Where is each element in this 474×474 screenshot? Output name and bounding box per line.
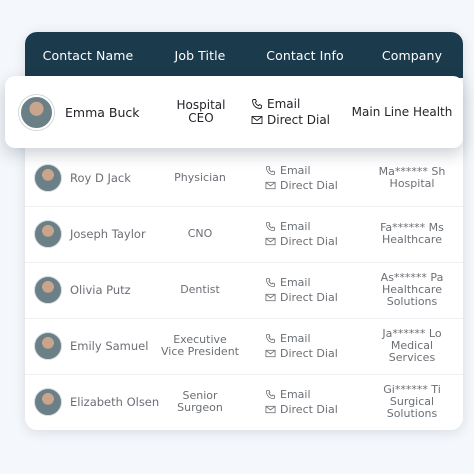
job-title-line: Vice President bbox=[161, 345, 239, 358]
job-title-line: Dentist bbox=[180, 282, 220, 296]
contact-info: Email Direct Dial bbox=[249, 96, 341, 128]
email-link[interactable]: Email bbox=[265, 219, 361, 234]
contact-info: Email Direct Dial bbox=[249, 163, 361, 193]
contact-name-cell: Roy D Jack bbox=[25, 164, 151, 192]
table-row[interactable]: Olivia Putz Dentist Email Direct Dial As… bbox=[25, 262, 463, 319]
contact-name-cell: Olivia Putz bbox=[25, 276, 151, 304]
direct-dial-label: Direct Dial bbox=[280, 403, 338, 416]
direct-dial-label: Direct Dial bbox=[280, 291, 338, 304]
email-label: Email bbox=[267, 97, 301, 111]
header-job-title[interactable]: Job Title bbox=[151, 48, 249, 63]
contact-name[interactable]: Emma Buck bbox=[65, 105, 140, 120]
avatar bbox=[19, 94, 54, 130]
email-link[interactable]: Email bbox=[251, 96, 341, 112]
company: Main Line Health bbox=[341, 106, 463, 118]
company: Ma****** Sh Hospital bbox=[361, 166, 463, 190]
contact-name-cell: Elizabeth Olsen bbox=[25, 388, 159, 416]
contact-info: Email Direct Dial bbox=[249, 275, 361, 305]
phone-icon bbox=[265, 277, 276, 288]
table-row-highlighted[interactable]: Emma Buck Hospital CEO Email Direct Dial… bbox=[5, 76, 463, 148]
job-title-line: CNO bbox=[187, 226, 213, 240]
direct-dial-link[interactable]: Direct Dial bbox=[251, 112, 341, 128]
header-contact-name[interactable]: Contact Name bbox=[25, 48, 151, 63]
phone-icon bbox=[265, 221, 276, 232]
email-label: Email bbox=[280, 388, 311, 401]
email-link[interactable]: Email bbox=[265, 163, 361, 178]
contact-name[interactable]: Elizabeth Olsen bbox=[70, 395, 159, 409]
company: Gi****** Ti Surgical Solutions bbox=[361, 384, 463, 420]
job-title: Executive Vice President bbox=[151, 333, 249, 359]
company-line: Services bbox=[388, 351, 436, 364]
job-title: Hospital CEO bbox=[153, 97, 249, 126]
company-line: Main Line Health bbox=[351, 105, 453, 119]
direct-dial-label: Direct Dial bbox=[280, 235, 338, 248]
header-company[interactable]: Company bbox=[361, 48, 463, 63]
job-title: Senior Surgeon bbox=[151, 389, 249, 415]
company: Ja****** Lo Medical Services bbox=[361, 328, 463, 364]
table-header: Contact Name Job Title Contact Info Comp… bbox=[25, 32, 463, 78]
phone-icon bbox=[252, 99, 262, 109]
job-title-line: Physician bbox=[174, 170, 226, 184]
contact-info: Email Direct Dial bbox=[249, 331, 361, 361]
job-title: Dentist bbox=[151, 282, 249, 297]
avatar bbox=[34, 332, 62, 360]
direct-dial-link[interactable]: Direct Dial bbox=[265, 234, 361, 249]
avatar bbox=[34, 276, 62, 304]
contact-name-cell: Joseph Taylor bbox=[25, 220, 151, 248]
contact-name[interactable]: Roy D Jack bbox=[70, 171, 131, 185]
job-title-line: Surgeon bbox=[177, 401, 223, 414]
company-line: Hospital bbox=[389, 177, 435, 190]
contact-name[interactable]: Emily Samuel bbox=[70, 339, 148, 353]
direct-dial-link[interactable]: Direct Dial bbox=[265, 346, 361, 361]
company-line: Healthcare bbox=[382, 233, 442, 246]
avatar bbox=[34, 164, 62, 192]
contact-info: Email Direct Dial bbox=[249, 219, 361, 249]
contact-info: Email Direct Dial bbox=[249, 387, 361, 417]
header-contact-info[interactable]: Contact Info bbox=[249, 48, 361, 63]
direct-dial-label: Direct Dial bbox=[280, 179, 338, 192]
envelope-icon bbox=[265, 237, 276, 246]
email-link[interactable]: Email bbox=[265, 331, 361, 346]
email-link[interactable]: Email bbox=[265, 387, 361, 402]
envelope-icon bbox=[251, 116, 263, 124]
email-label: Email bbox=[280, 164, 311, 177]
envelope-icon bbox=[265, 405, 276, 414]
avatar bbox=[34, 220, 62, 248]
direct-dial-link[interactable]: Direct Dial bbox=[265, 178, 361, 193]
contact-name-cell: Emma Buck bbox=[5, 94, 153, 130]
envelope-icon bbox=[265, 293, 276, 302]
company-line: Solutions bbox=[386, 295, 438, 308]
email-label: Email bbox=[280, 220, 311, 233]
contact-name[interactable]: Joseph Taylor bbox=[70, 227, 146, 241]
job-title-line: CEO bbox=[188, 111, 214, 125]
job-title: CNO bbox=[151, 226, 249, 241]
phone-icon bbox=[265, 333, 276, 344]
company: As****** Pa Healthcare Solutions bbox=[361, 272, 463, 308]
company-line: Solutions bbox=[386, 407, 438, 420]
phone-icon bbox=[265, 389, 276, 400]
contact-name-cell: Emily Samuel bbox=[25, 332, 151, 360]
table-row[interactable]: Emily Samuel Executive Vice President Em… bbox=[25, 318, 463, 375]
envelope-icon bbox=[265, 349, 276, 358]
envelope-icon bbox=[265, 181, 276, 190]
direct-dial-link[interactable]: Direct Dial bbox=[265, 402, 361, 417]
direct-dial-label: Direct Dial bbox=[280, 347, 338, 360]
direct-dial-link[interactable]: Direct Dial bbox=[265, 290, 361, 305]
email-label: Email bbox=[280, 276, 311, 289]
job-title-line: Hospital bbox=[176, 97, 226, 112]
table-row[interactable]: Elizabeth Olsen Senior Surgeon Email Dir… bbox=[25, 374, 463, 430]
job-title: Physician bbox=[151, 170, 249, 185]
table-row[interactable]: Roy D Jack Physician Email Direct Dial M… bbox=[25, 150, 463, 207]
contact-name[interactable]: Olivia Putz bbox=[70, 283, 131, 297]
direct-dial-label: Direct Dial bbox=[267, 113, 331, 127]
email-label: Email bbox=[280, 332, 311, 345]
company: Fa****** Ms Healthcare bbox=[361, 222, 463, 246]
email-link[interactable]: Email bbox=[265, 275, 361, 290]
phone-icon bbox=[265, 165, 276, 176]
avatar bbox=[34, 388, 62, 416]
table-row[interactable]: Joseph Taylor CNO Email Direct Dial Fa**… bbox=[25, 206, 463, 263]
